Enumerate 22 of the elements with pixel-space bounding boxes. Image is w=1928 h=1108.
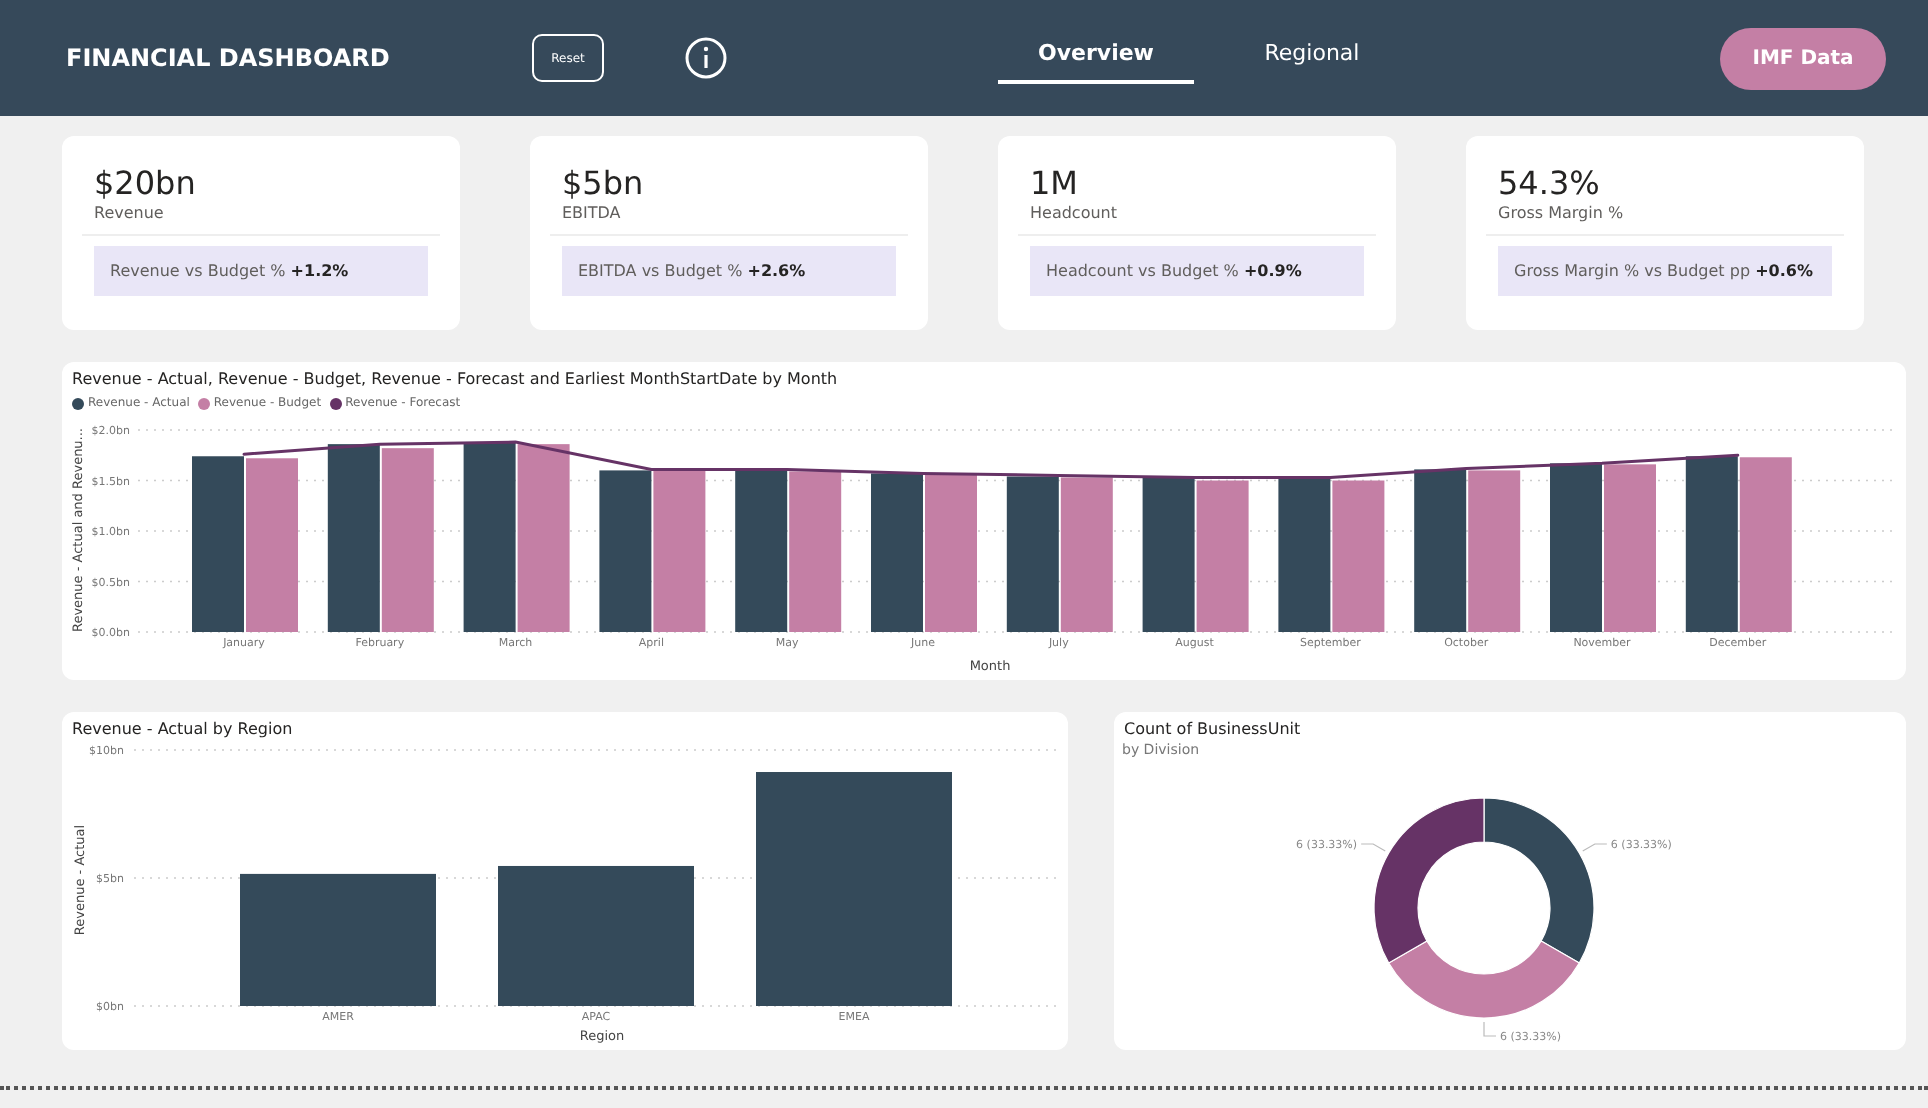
tab[interactable]: Regional (1214, 32, 1410, 84)
chart-title: Revenue - Actual by Region (72, 720, 293, 738)
kpi-value: $20bn (94, 164, 198, 202)
kpi-label: Headcount (1030, 204, 1119, 222)
leader-line (1483, 1021, 1497, 1037)
kpi-value: $5bn (562, 164, 646, 202)
kpi-comparison: Headcount vs Budget % +0.9% (1030, 246, 1364, 296)
leader-line (1582, 843, 1608, 852)
kpi-label: Revenue (94, 204, 166, 222)
kpi-comparison: Revenue vs Budget % +1.2% (94, 246, 428, 296)
kpi-comparison: Gross Margin % vs Budget pp +0.6% (1498, 246, 1832, 296)
kpi-label: EBITDA (562, 204, 623, 222)
info-icon[interactable] (684, 36, 728, 80)
tab[interactable]: Overview (998, 32, 1194, 84)
kpi-label: Gross Margin % (1498, 204, 1626, 222)
kpi-value: 1M (1030, 164, 1080, 202)
leader-line (1360, 843, 1386, 852)
chart-title: Revenue - Actual, Revenue - Budget, Revenue - Forecast and Earliest MonthStartDate by Month (72, 370, 838, 388)
kpi-comparison: EBITDA vs Budget % +2.6% (562, 246, 896, 296)
kpi-value: 54.3% (1498, 164, 1602, 202)
chart-title: Count of BusinessUnit (1124, 720, 1301, 738)
dashboard-title: FINANCIAL DASHBOARD (66, 44, 392, 72)
